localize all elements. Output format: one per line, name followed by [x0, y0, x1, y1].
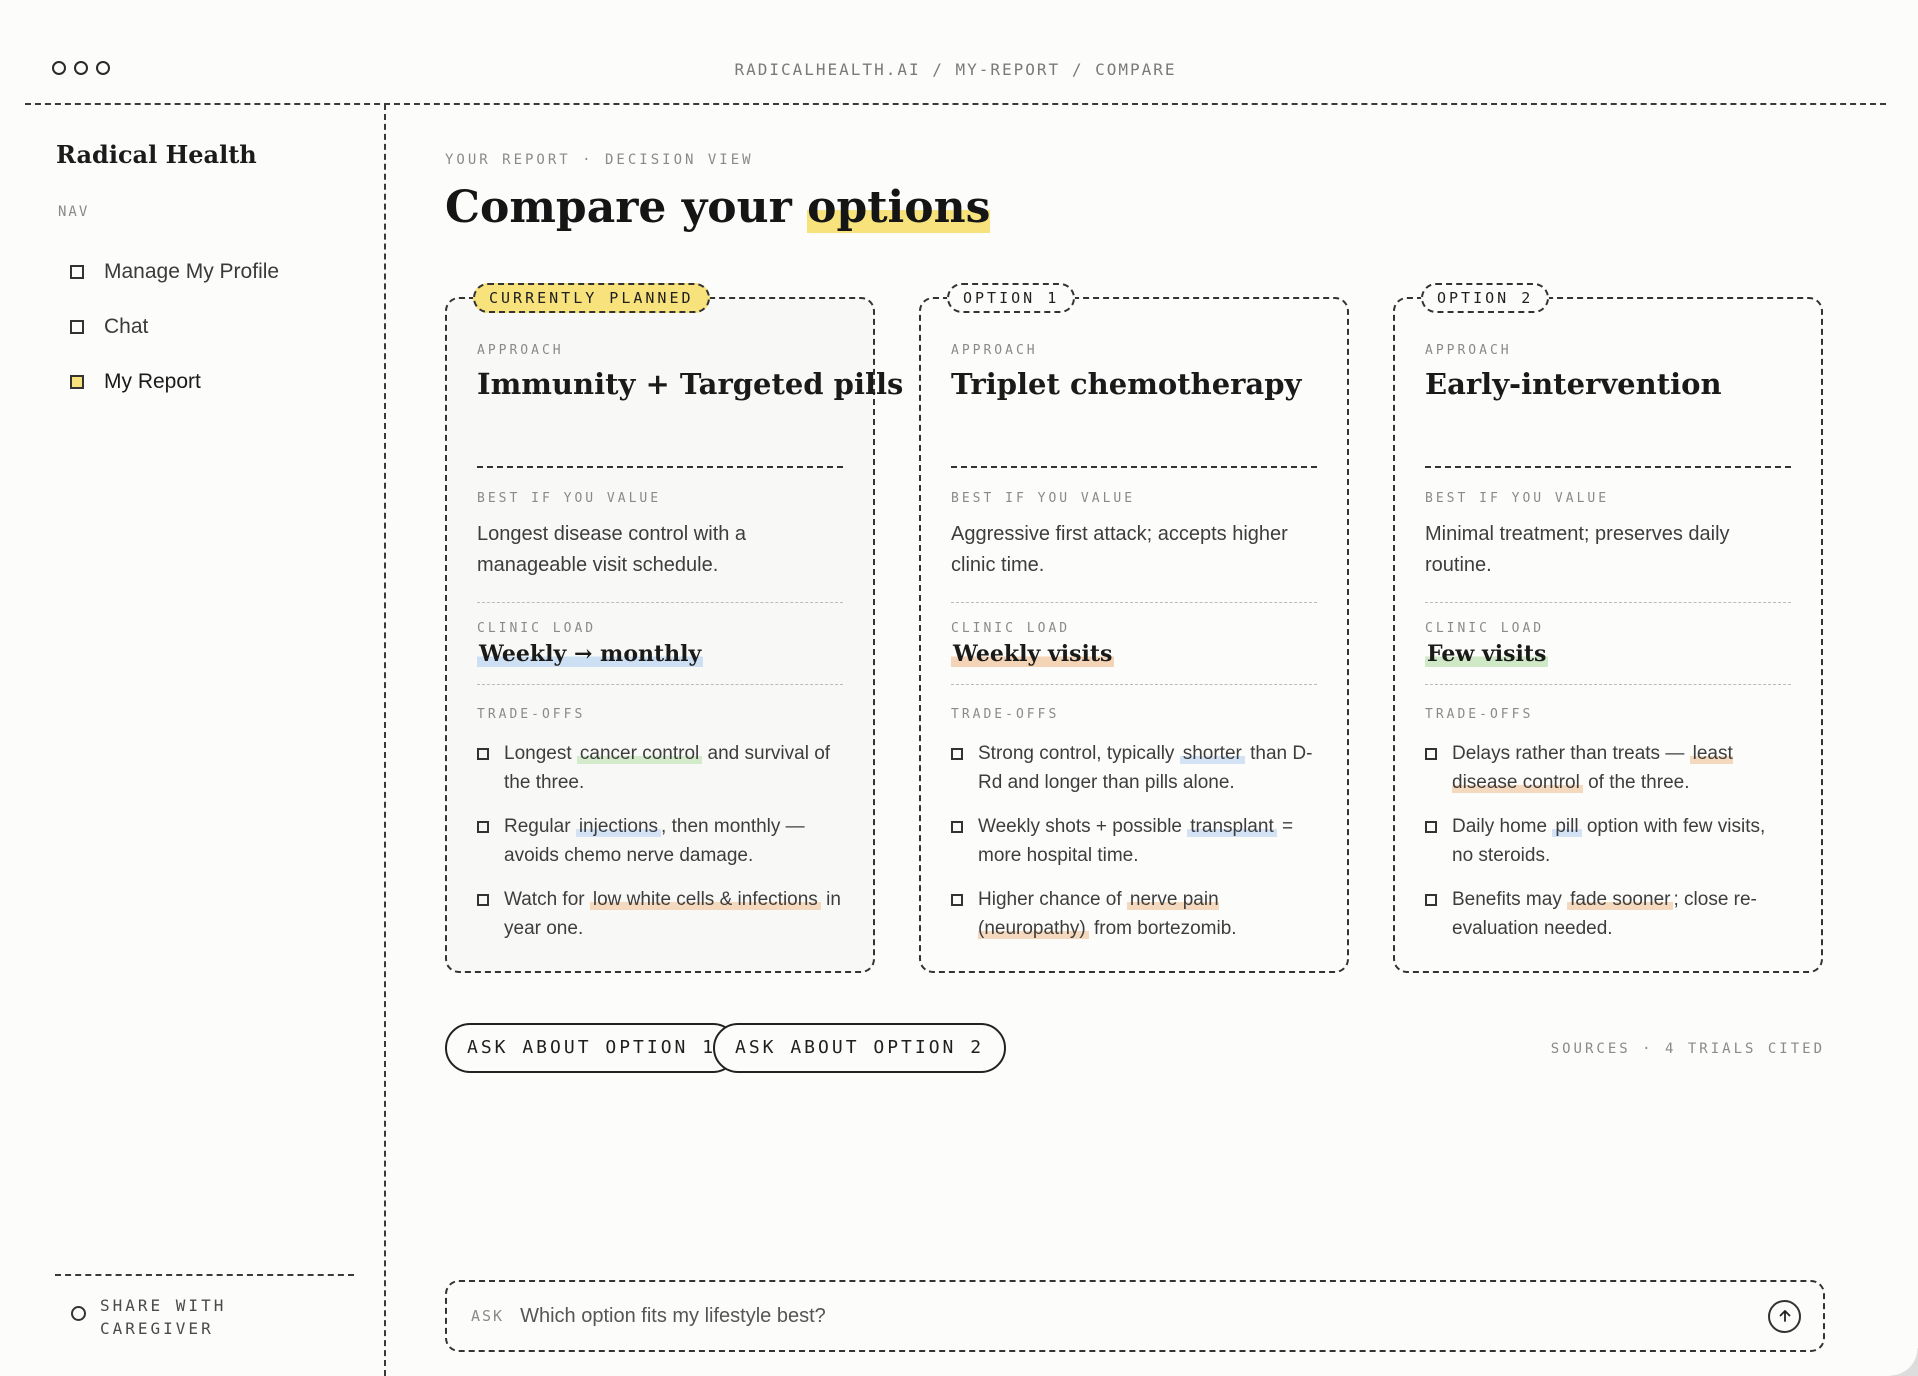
text: Benefits may — [1452, 889, 1568, 910]
approach-title: Triplet chemotherapy — [951, 367, 1302, 401]
highlight: fade sooner — [1567, 889, 1674, 910]
highlight: injections — [575, 816, 662, 837]
load-label: CLINIC LOAD — [1425, 621, 1545, 636]
text: from bortezomib. — [1088, 918, 1237, 939]
best-label: BEST IF YOU VALUE — [1425, 491, 1610, 506]
card-tag: OPTION 2 — [1421, 283, 1550, 313]
arrow-up-icon[interactable] — [1768, 1299, 1801, 1333]
square-icon — [1425, 894, 1437, 906]
top-bar: RADICALHEALTH.AI / MY-REPORT / COMPARE — [25, 0, 1886, 105]
clinic-load: Weekly visits — [951, 641, 1115, 667]
tradeoffs-label: TRADE-OFFS — [951, 707, 1060, 722]
list-item: Weekly shots + possible transplant = mor… — [951, 812, 1317, 870]
square-icon — [951, 821, 963, 833]
option-card-2: OPTION 2 APPROACH Early-intervention BES… — [1393, 283, 1823, 973]
best-label: BEST IF YOU VALUE — [477, 491, 662, 506]
brand-logo: Radical Health — [56, 140, 257, 169]
text: Delays rather than treats — — [1452, 743, 1690, 764]
best-text: Minimal treatment; preserves daily routi… — [1425, 523, 1730, 576]
approach-title: Early-intervention — [1425, 367, 1722, 401]
list-item: Regular injections, then monthly — avoid… — [477, 812, 843, 870]
list-item: Strong control, typically shorter than D… — [951, 739, 1317, 797]
list-item: Higher chance of nerve pain (neuropathy)… — [951, 885, 1317, 943]
tradeoffs-list: Longest cancer control and survival of t… — [477, 739, 843, 958]
square-icon — [70, 264, 84, 279]
eyebrow: YOUR REPORT · DECISION VIEW — [445, 152, 754, 168]
approach-label: APPROACH — [951, 343, 1038, 358]
clinic-load: Weekly → monthly — [477, 641, 704, 667]
title-prefix: Compare your — [445, 182, 808, 233]
best-text: Longest disease control with a manageabl… — [477, 523, 747, 576]
square-icon — [1425, 748, 1437, 760]
share-with-caregiver-button[interactable]: SHARE WITH CAREGIVER — [55, 1274, 354, 1340]
square-icon — [951, 894, 963, 906]
text: Strong control, typically — [978, 743, 1180, 764]
best-label: BEST IF YOU VALUE — [951, 491, 1136, 506]
highlight: low white cells & infections — [589, 889, 821, 910]
option-card-1: OPTION 1 APPROACH Triplet chemotherapy B… — [919, 283, 1349, 973]
text: of the three. — [1582, 772, 1690, 793]
tradeoffs-label: TRADE-OFFS — [1425, 707, 1534, 722]
sources-link[interactable]: SOURCES · 4 TRIALS CITED — [1551, 1041, 1825, 1057]
page-title: Compare your options — [445, 182, 991, 233]
sidebar-item-label: My Report — [104, 369, 201, 393]
highlight: pill — [1552, 816, 1582, 837]
nav-label: NAV — [58, 204, 90, 220]
highlight: shorter — [1179, 743, 1245, 764]
list-item: Watch for low white cells & infections i… — [477, 885, 843, 943]
load-label: CLINIC LOAD — [951, 621, 1071, 636]
option-card-current: CURRENTLY PLANNED APPROACH Immunity + Ta… — [445, 283, 903, 973]
square-icon — [70, 319, 84, 334]
tradeoffs-list: Delays rather than treats — least diseas… — [1425, 739, 1791, 958]
text: Regular — [504, 816, 576, 837]
sidebar-item-manage-profile[interactable]: Manage My Profile — [70, 244, 279, 299]
text: Longest — [504, 743, 577, 764]
text: Daily home — [1452, 816, 1553, 837]
highlight: transplant — [1187, 816, 1277, 837]
tradeoffs-label: TRADE-OFFS — [477, 707, 586, 722]
sidebar: Radical Health NAV Manage My Profile Cha… — [0, 104, 386, 1376]
card-tag: OPTION 1 — [947, 283, 1076, 313]
list-item: Benefits may fade sooner; close re-evalu… — [1425, 885, 1791, 943]
ask-label: ASK — [471, 1307, 505, 1325]
ask-bar: ASK — [445, 1280, 1825, 1352]
square-icon — [477, 821, 489, 833]
ask-option-1-button[interactable]: ASK ABOUT OPTION 1 — [445, 1023, 739, 1073]
approach-label: APPROACH — [1425, 343, 1512, 358]
list-item: Daily home pill option with few visits, … — [1425, 812, 1791, 870]
window-corner — [1890, 1348, 1918, 1376]
title-highlight: options — [807, 182, 991, 233]
clinic-load: Few visits — [1425, 641, 1549, 667]
approach-title: Immunity + Targeted pills — [477, 367, 904, 401]
square-icon — [70, 374, 84, 389]
text: Weekly shots + possible — [978, 816, 1188, 837]
circle-icon — [71, 1306, 86, 1321]
sidebar-item-my-report[interactable]: My Report — [70, 354, 279, 409]
list-item: Delays rather than treats — least diseas… — [1425, 739, 1791, 797]
best-text: Aggressive first attack; accepts higher … — [951, 523, 1288, 576]
list-item: Longest cancer control and survival of t… — [477, 739, 843, 797]
sidebar-item-label: Manage My Profile — [104, 259, 280, 283]
approach-label: APPROACH — [477, 343, 564, 358]
square-icon — [477, 894, 489, 906]
square-icon — [1425, 821, 1437, 833]
load-label: CLINIC LOAD — [477, 621, 597, 636]
nav-list: Manage My Profile Chat My Report — [70, 244, 279, 409]
sidebar-item-label: Chat — [104, 314, 149, 338]
card-tag: CURRENTLY PLANNED — [473, 283, 710, 313]
square-icon — [951, 748, 963, 760]
tradeoffs-list: Strong control, typically shorter than D… — [951, 739, 1317, 958]
sidebar-item-chat[interactable]: Chat — [70, 299, 279, 354]
highlight: cancer control — [576, 743, 703, 764]
text: Watch for — [504, 889, 590, 910]
breadcrumb: RADICALHEALTH.AI / MY-REPORT / COMPARE — [734, 60, 1177, 79]
text: Higher chance of — [978, 889, 1127, 910]
square-icon — [477, 748, 489, 760]
ask-input[interactable] — [518, 1303, 1768, 1329]
ask-option-2-button[interactable]: ASK ABOUT OPTION 2 — [713, 1023, 1007, 1073]
share-label: SHARE WITH CAREGIVER — [100, 1296, 227, 1338]
